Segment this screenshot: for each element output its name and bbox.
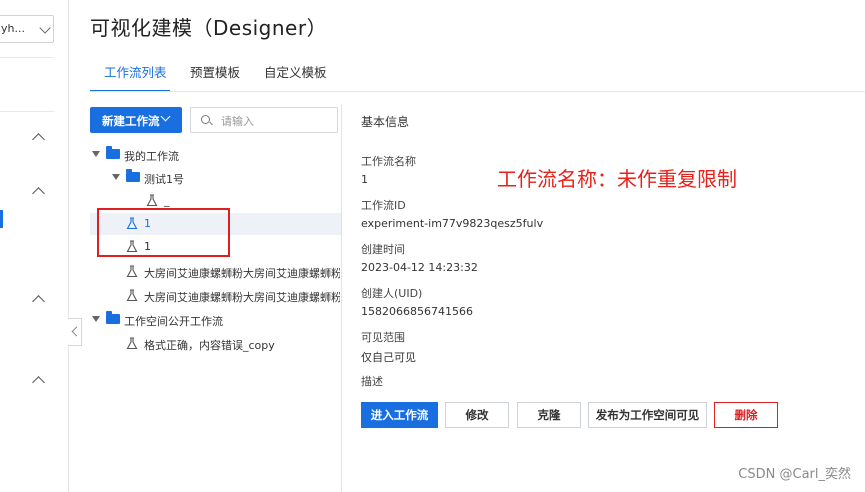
search-icon	[201, 115, 210, 124]
watermark: CSDN @Carl_奕然	[738, 467, 851, 482]
field-value-created: 2023-04-12 14:23:32	[361, 261, 478, 274]
folder-icon	[106, 311, 120, 324]
caret-down-icon[interactable]	[112, 174, 120, 180]
clone-button[interactable]: 克隆	[517, 402, 581, 428]
new-workflow-button[interactable]: 新建工作流	[90, 107, 182, 133]
annotation-text: 工作流名称：未作重复限制	[497, 167, 737, 191]
section-title: 基本信息	[361, 115, 410, 129]
tree-folder-test1[interactable]: 测试1号	[90, 167, 340, 189]
new-workflow-label: 新建工作流	[102, 114, 160, 128]
tree-item-workflow[interactable]: 格式正确，内容错误_copy	[90, 333, 340, 355]
tree-item-workflow[interactable]: 大房间艾迪康螺蛳粉大房间艾迪康螺蛳粉大房间艾迪康螺蛳粉	[90, 261, 340, 283]
page-title: 可视化建模（Designer）	[90, 16, 328, 40]
chevron-left-icon	[71, 326, 82, 337]
field-label-visibility: 可见范围	[361, 331, 405, 344]
tree-folder-workspace-public[interactable]: 工作空间公开工作流	[90, 309, 340, 331]
field-label-description: 描述	[361, 375, 383, 388]
field-value-id: experiment-im77v9823qesz5fulv	[361, 217, 544, 230]
collapse-sidebar-button[interactable]	[68, 318, 82, 346]
delete-button[interactable]: 删除	[714, 402, 778, 428]
column-divider	[341, 104, 342, 492]
tree-label: 格式正确，内容错误_copy	[144, 339, 275, 352]
field-value-visibility: 仅自己可见	[361, 351, 416, 364]
chevron-down-icon	[160, 111, 171, 122]
flask-icon	[126, 265, 138, 278]
tree-label: 我的工作流	[124, 150, 179, 163]
tabs-divider	[90, 91, 865, 92]
tab-preset-templates[interactable]: 预置模板	[190, 62, 240, 81]
tree-label: 大房间艾迪康螺蛳粉大房间艾迪康螺蛳粉大房间艾迪康螺蛳粉	[144, 267, 340, 280]
tree-folder-my-workflows[interactable]: 我的工作流	[90, 144, 340, 166]
nav-divider	[0, 111, 54, 112]
nav-active-indicator	[0, 210, 3, 228]
enter-workflow-button[interactable]: 进入工作流	[361, 402, 438, 428]
field-label-id: 工作流ID	[361, 199, 406, 212]
field-value-creator: 1582066856741566	[361, 305, 473, 318]
caret-down-icon[interactable]	[92, 316, 100, 322]
chevron-down-icon	[39, 22, 51, 34]
chevron-up-icon[interactable]	[32, 133, 45, 146]
tree-item-workflow[interactable]: 大房间艾迪康螺蛳粉大房间艾迪康螺蛳粉大房间艾迪康螺蛳粉	[90, 285, 340, 307]
search-box[interactable]	[190, 107, 338, 133]
field-value-name: 1	[361, 173, 368, 186]
flask-icon	[146, 194, 158, 207]
annotation-highlight-box	[97, 208, 230, 257]
chevron-up-icon[interactable]	[32, 376, 45, 389]
chevron-up-icon[interactable]	[32, 187, 45, 200]
edit-button[interactable]: 修改	[445, 402, 509, 428]
nav-divider	[0, 57, 54, 58]
chevron-up-icon[interactable]	[32, 295, 45, 308]
search-input[interactable]	[219, 112, 333, 130]
folder-icon	[126, 169, 140, 182]
tree-label: 工作空间公开工作流	[124, 315, 223, 328]
tab-custom-templates[interactable]: 自定义模板	[264, 62, 327, 81]
field-label-created: 创建时间	[361, 243, 405, 256]
field-label-name: 工作流名称	[361, 155, 416, 168]
tree-label: 大房间艾迪康螺蛳粉大房间艾迪康螺蛳粉大房间艾迪康螺蛳粉	[144, 291, 340, 304]
workspace-select-value: yh...	[1, 22, 25, 35]
caret-down-icon[interactable]	[92, 151, 100, 157]
publish-button[interactable]: 发布为工作空间可见	[588, 402, 707, 428]
tab-workflow-list[interactable]: 工作流列表	[104, 62, 167, 81]
left-nav: yh...	[0, 0, 69, 492]
workspace-select[interactable]: yh...	[0, 15, 54, 43]
tree-label: _	[164, 194, 170, 207]
flask-icon	[126, 289, 138, 302]
tree-label: 测试1号	[144, 173, 184, 186]
flask-icon	[126, 337, 138, 350]
field-label-creator: 创建人(UID)	[361, 287, 423, 300]
folder-icon	[106, 146, 120, 159]
